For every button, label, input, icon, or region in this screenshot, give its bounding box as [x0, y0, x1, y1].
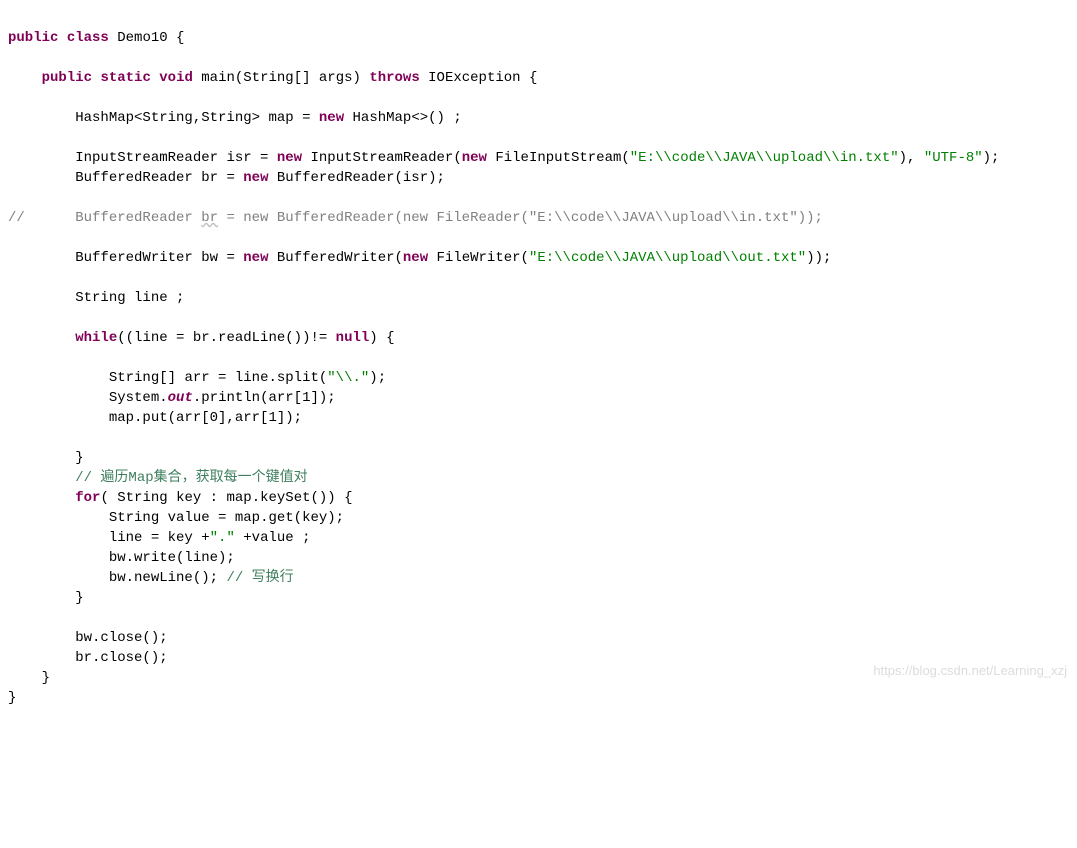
comment-line: // 写换行 [226, 570, 293, 586]
keyword-new: new [243, 250, 268, 266]
keyword-new: new [277, 150, 302, 166]
string-literal: "\\." [327, 370, 369, 386]
keyword-public: public [8, 30, 58, 46]
string-literal: "." [210, 530, 235, 546]
keyword-class: class [67, 30, 109, 46]
keyword-new: new [243, 170, 268, 186]
keyword-static: static [100, 70, 150, 86]
keyword-new: new [403, 250, 428, 266]
string-literal: "UTF-8" [924, 150, 983, 166]
string-literal: "E:\\code\\JAVA\\upload\\out.txt" [529, 250, 806, 266]
code-block: public class Demo10 { public static void… [8, 28, 1069, 708]
keyword-null: null [336, 330, 370, 346]
comment-line: // 遍历Map集合，获取每一个键值对 [75, 470, 307, 486]
string-literal: "E:\\code\\JAVA\\upload\\in.txt" [630, 150, 899, 166]
keyword-throws: throws [369, 70, 419, 86]
keyword-for: for [75, 490, 100, 506]
keyword-new: new [462, 150, 487, 166]
keyword-while: while [75, 330, 117, 346]
keyword-new: new [319, 110, 344, 126]
comment-line: // BufferedReader [8, 210, 201, 226]
keyword-void: void [159, 70, 193, 86]
static-field-out: out [168, 390, 193, 406]
keyword-public: public [42, 70, 92, 86]
